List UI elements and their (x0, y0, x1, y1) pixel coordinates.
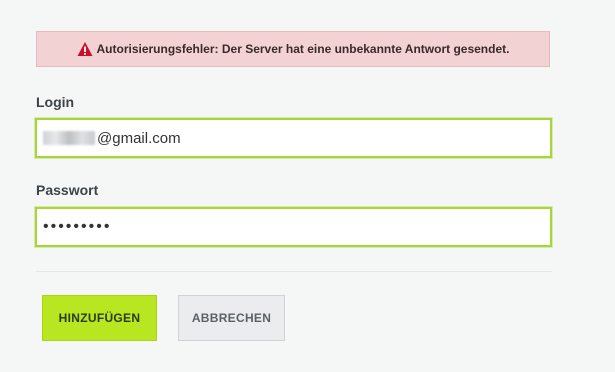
error-alert-text: Autorisierungsfehler: Der Server hat ein… (96, 42, 510, 56)
password-field[interactable]: ••••••••• (35, 207, 552, 247)
login-form-page: Autorisierungsfehler: Der Server hat ein… (0, 0, 615, 372)
redacted-username (43, 131, 95, 145)
warning-icon (77, 41, 93, 57)
login-field[interactable]: @gmail.com (35, 118, 552, 158)
login-label: Login (36, 94, 75, 110)
password-label: Passwort (36, 182, 99, 198)
error-alert: Autorisierungsfehler: Der Server hat ein… (36, 31, 550, 67)
cancel-button[interactable]: ABBRECHEN (178, 295, 285, 341)
divider (36, 271, 552, 272)
login-field-value: @gmail.com (97, 129, 181, 147)
password-field-value: ••••••••• (43, 218, 112, 235)
add-button[interactable]: HINZUFÜGEN (42, 295, 157, 341)
